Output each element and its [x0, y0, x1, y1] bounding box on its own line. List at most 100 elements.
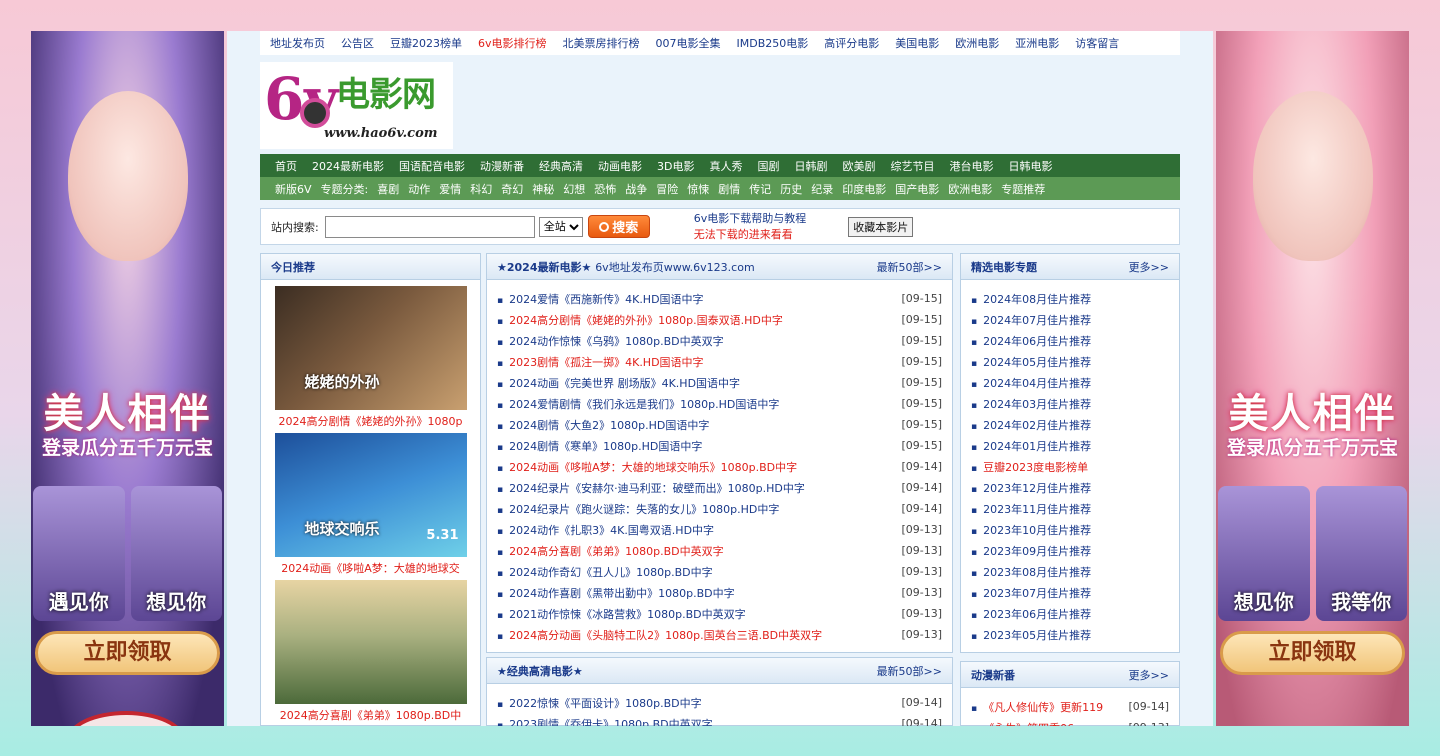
list-item-link[interactable]: 2024年07月佳片推荐 [971, 312, 1091, 328]
top-link[interactable]: 亚洲电影 [1015, 35, 1059, 51]
search-input[interactable] [324, 215, 535, 238]
list-item-link[interactable]: 2023剧情《孤注一掷》4K.HD国语中字 [497, 354, 703, 370]
top-link[interactable]: 6v电影排行榜 [478, 35, 547, 51]
recommend-item[interactable]: 地球交响乐 5.31 2024动画《哆啦A梦：大雄的地球交 [274, 433, 468, 576]
genre-nav-item[interactable]: 奇幻 [501, 181, 523, 197]
top-link[interactable]: 北美票房排行榜 [563, 35, 640, 51]
list-item-link[interactable]: 豆瓣2023度电影榜单 [971, 459, 1088, 475]
list-item-link[interactable]: 《凡人修仙传》更新119 [971, 699, 1103, 715]
list-item-link[interactable]: 2023年10月佳片推荐 [971, 522, 1091, 538]
genre-nav-item[interactable]: 爱情 [439, 181, 461, 197]
list-item-link[interactable]: 2024动作奇幻《丑人儿》1080p.BD中字 [497, 564, 712, 580]
nav-item[interactable]: 欧美剧 [842, 158, 875, 174]
genre-nav-item[interactable]: 新版6V [275, 181, 312, 197]
movie-poster[interactable]: 地球交响乐 5.31 [274, 433, 467, 557]
recommend-caption[interactable]: 2024高分喜剧《弟弟》1080p.BD中 [274, 707, 468, 723]
genre-nav-item[interactable]: 欧洲电影 [948, 181, 992, 197]
download-help-link[interactable]: 6v电影下载帮助与教程 [694, 211, 807, 227]
list-item-link[interactable]: 2024动作惊悚《乌鸦》1080p.BD中英双字 [497, 333, 723, 349]
right-side-ad[interactable]: 美人相伴 登录瓜分五千万元宝 想见你 我等你 立即领取 [1216, 31, 1409, 726]
list-item-link[interactable]: 2023年05月佳片推荐 [971, 627, 1091, 643]
search-scope-select[interactable]: 全站 [538, 216, 583, 237]
more-link[interactable]: 更多>> [1129, 667, 1169, 683]
genre-nav-item[interactable]: 战争 [625, 181, 647, 197]
more-link[interactable]: 最新50部>> [877, 259, 942, 275]
list-item-link[interactable]: 2024剧情《寒单》1080p.HD国语中字 [497, 438, 702, 454]
left-side-ad[interactable]: 美人相伴 登录瓜分五千万元宝 遇见你 想见你 立即领取 [31, 31, 224, 726]
top-link[interactable]: 豆瓣2023榜单 [390, 35, 462, 51]
top-link[interactable]: 美国电影 [895, 35, 939, 51]
genre-nav-item[interactable]: 动作 [408, 181, 430, 197]
recommend-caption[interactable]: 2024高分剧情《姥姥的外孙》1080p [274, 413, 468, 429]
list-item-link[interactable]: 2023年09月佳片推荐 [971, 543, 1091, 559]
genre-nav-item[interactable]: 喜剧 [377, 181, 399, 197]
top-link[interactable]: 高评分电影 [824, 35, 879, 51]
top-link[interactable]: IMDB250电影 [737, 35, 809, 51]
download-trouble-link[interactable]: 无法下载的进来看看 [694, 227, 807, 243]
genre-nav-item[interactable]: 神秘 [532, 181, 554, 197]
list-item-link[interactable]: 2021动作惊悚《冰路营救》1080p.BD中英双字 [497, 606, 745, 622]
list-item-link[interactable]: 《永生》第四季06 [971, 720, 1074, 727]
top-link[interactable]: 访客留言 [1075, 35, 1119, 51]
list-item-link[interactable]: 2024爱情剧情《我们永远是我们》1080p.HD国语中字 [497, 396, 779, 412]
genre-nav-item[interactable]: 印度电影 [842, 181, 886, 197]
genre-nav-item[interactable]: 纪录 [811, 181, 833, 197]
list-item-link[interactable]: 2023年07月佳片推荐 [971, 585, 1091, 601]
nav-item[interactable]: 动漫新番 [480, 158, 524, 174]
nav-item[interactable]: 综艺节目 [890, 158, 934, 174]
nav-item[interactable]: 日韩剧 [794, 158, 827, 174]
top-link[interactable]: 欧洲电影 [955, 35, 999, 51]
ad-claim-button[interactable]: 立即领取 [1220, 631, 1405, 675]
genre-nav-item[interactable]: 幻想 [563, 181, 585, 197]
movie-poster[interactable]: 姥姥的外孙 [274, 286, 467, 410]
nav-item[interactable]: 日韩电影 [1008, 158, 1052, 174]
movie-poster[interactable] [274, 580, 467, 704]
list-item-link[interactable]: 2023年11月佳片推荐 [971, 501, 1091, 517]
top-link[interactable]: 007电影全集 [656, 35, 721, 51]
list-item-link[interactable]: 2024纪录片《安赫尔·迪马利亚：破壁而出》1080p.HD中字 [497, 480, 805, 496]
nav-item[interactable]: 首页 [275, 158, 297, 174]
site-logo[interactable]: 6v 电影网 www.hao6v.com [260, 62, 453, 149]
genre-nav-item[interactable]: 恐怖 [594, 181, 616, 197]
list-item-link[interactable]: 2024高分动画《头脑特工队2》1080p.国英台三语.BD中英双字 [497, 627, 822, 643]
recommend-caption[interactable]: 2024动画《哆啦A梦：大雄的地球交 [274, 560, 468, 576]
recommend-item[interactable]: 姥姥的外孙 2024高分剧情《姥姥的外孙》1080p [274, 286, 468, 429]
genre-nav-item[interactable]: 传记 [749, 181, 771, 197]
list-item-link[interactable]: 2024年04月佳片推荐 [971, 375, 1091, 391]
favorite-button[interactable]: 收藏本影片 [848, 216, 914, 237]
list-item-link[interactable]: 2024动画《完美世界 剧场版》4K.HD国语中字 [497, 375, 740, 391]
nav-item[interactable]: 真人秀 [709, 158, 742, 174]
ad-claim-button[interactable]: 立即领取 [35, 631, 220, 675]
list-item-link[interactable]: 2024年08月佳片推荐 [971, 291, 1091, 307]
list-item-link[interactable]: 2024年05月佳片推荐 [971, 354, 1091, 370]
list-item-link[interactable]: 2024动作《扎职3》4K.国粤双语.HD中字 [497, 522, 714, 538]
genre-nav-item[interactable]: 历史 [780, 181, 802, 197]
nav-item[interactable]: 动画电影 [598, 158, 642, 174]
nav-item[interactable]: 3D电影 [657, 158, 694, 174]
genre-nav-item[interactable]: 专题推荐 [1001, 181, 1045, 197]
genre-nav-item[interactable]: 剧情 [718, 181, 740, 197]
genre-nav-item[interactable]: 冒险 [656, 181, 678, 197]
list-item-link[interactable]: 2024高分喜剧《弟弟》1080p.BD中英双字 [497, 543, 723, 559]
list-item-link[interactable]: 2024年06月佳片推荐 [971, 333, 1091, 349]
top-link[interactable]: 公告区 [341, 35, 374, 51]
list-item-link[interactable]: 2023剧情《乔伊卡》1080p.BD中英双字 [497, 716, 712, 727]
more-link[interactable]: 最新50部>> [877, 663, 942, 679]
list-item-link[interactable]: 2024年02月佳片推荐 [971, 417, 1091, 433]
genre-nav-item[interactable]: 国产电影 [895, 181, 939, 197]
nav-item[interactable]: 港台电影 [949, 158, 993, 174]
list-item-link[interactable]: 2024高分剧情《姥姥的外孙》1080p.国泰双语.HD中字 [497, 312, 783, 328]
genre-nav-item[interactable]: 惊悚 [687, 181, 709, 197]
list-item-link[interactable]: 2024纪录片《跑火谜踪：失落的女儿》1080p.HD中字 [497, 501, 779, 517]
list-item-link[interactable]: 2024动作喜剧《黑带出勤中》1080p.BD中字 [497, 585, 734, 601]
list-item-link[interactable]: 2024剧情《大鱼2》1080p.HD国语中字 [497, 417, 709, 433]
genre-nav-item[interactable]: 科幻 [470, 181, 492, 197]
list-item-link[interactable]: 2023年06月佳片推荐 [971, 606, 1091, 622]
list-item-link[interactable]: 2024年03月佳片推荐 [971, 396, 1091, 412]
nav-item[interactable]: 国剧 [757, 158, 779, 174]
nav-item[interactable]: 国语配音电影 [399, 158, 465, 174]
top-link[interactable]: 地址发布页 [270, 35, 325, 51]
nav-item[interactable]: 2024最新电影 [312, 158, 384, 174]
list-item-link[interactable]: 2024年01月佳片推荐 [971, 438, 1091, 454]
search-button[interactable]: 搜索 [587, 215, 650, 238]
